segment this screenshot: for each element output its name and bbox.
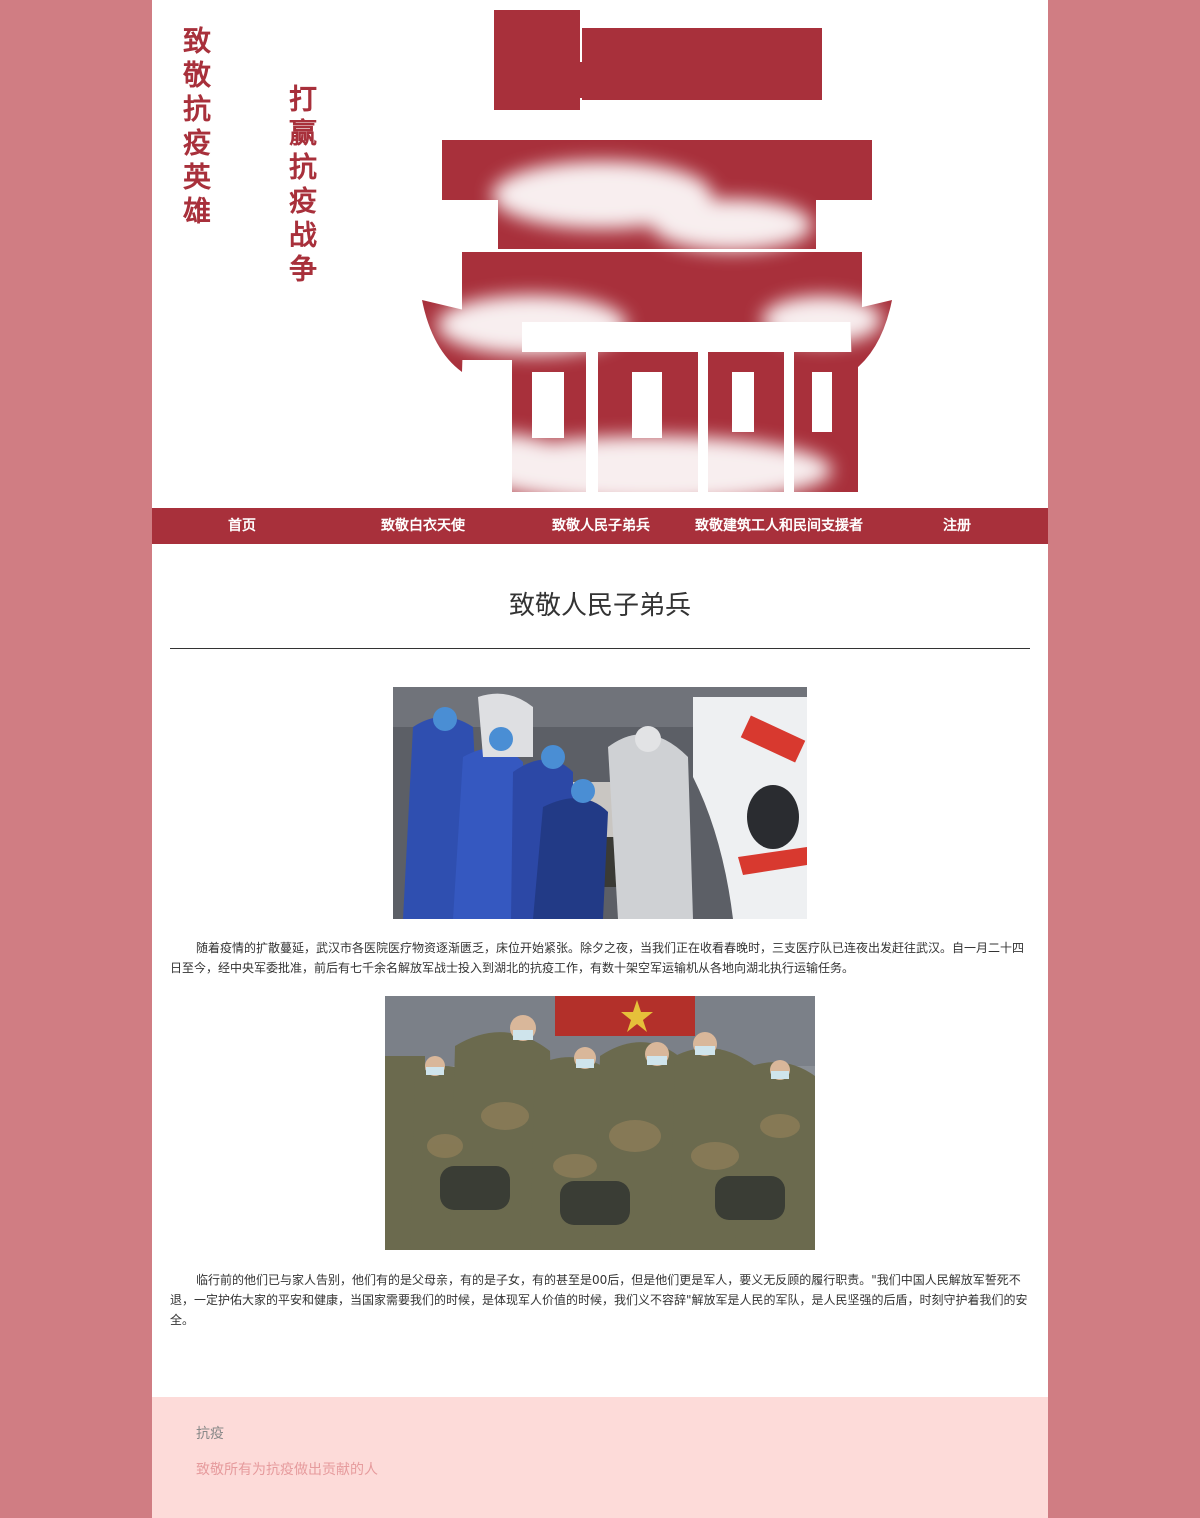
nav-item-home[interactable]: 首页 (192, 508, 292, 544)
big-win-character-artwork (422, 10, 892, 504)
footer-tagline: 致敬所有为抗疫做出贡献的人 (196, 1462, 378, 1478)
nav-item-medical-workers[interactable]: 致敬白衣天使 (358, 508, 488, 544)
slogan-salute-heroes: 致敬抗疫英雄 (179, 26, 212, 230)
paragraph-soldiers: 临行前的他们已与家人告别，他们有的是父母亲，有的是子女，有的甚至是00后，但是他… (170, 1273, 1028, 1327)
soldiers-photo (385, 996, 815, 1250)
paragraph-intro: 随着疫情的扩散蔓延，武汉市各医院医疗物资逐渐匮乏，床位开始紧张。除夕之夜，当我们… (170, 941, 1025, 975)
title-divider (170, 648, 1030, 649)
footer-heading: 抗疫 (196, 1426, 224, 1442)
page-title: 致敬人民子弟兵 (508, 591, 691, 621)
main-nav: 首页 致敬白衣天使 致敬人民子弟兵 致敬建筑工人和民间支援者 注册 (152, 508, 1048, 544)
nav-item-builders-supporters[interactable]: 致敬建筑工人和民间支援者 (684, 508, 874, 544)
page-container: 致敬抗疫英雄 打赢抗疫战争 首页 致敬白衣天使 致敬人民子弟兵 致敬建筑工人和民… (152, 0, 1048, 1518)
nav-item-register[interactable]: 注册 (922, 508, 992, 544)
hero-banner: 致敬抗疫英雄 打赢抗疫战争 (152, 0, 1048, 508)
medical-team-photo (393, 687, 807, 919)
slogan-win-battle: 打赢抗疫战争 (285, 84, 318, 288)
nav-item-soldiers[interactable]: 致敬人民子弟兵 (536, 508, 666, 544)
footer: 抗疫 致敬所有为抗疫做出贡献的人 (152, 1397, 1048, 1518)
